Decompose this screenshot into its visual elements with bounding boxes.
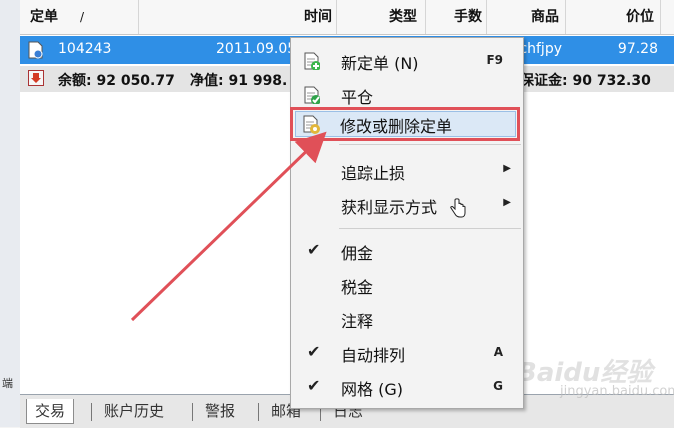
annotation-arrow — [130, 131, 327, 322]
hand-cursor-icon — [450, 198, 466, 218]
